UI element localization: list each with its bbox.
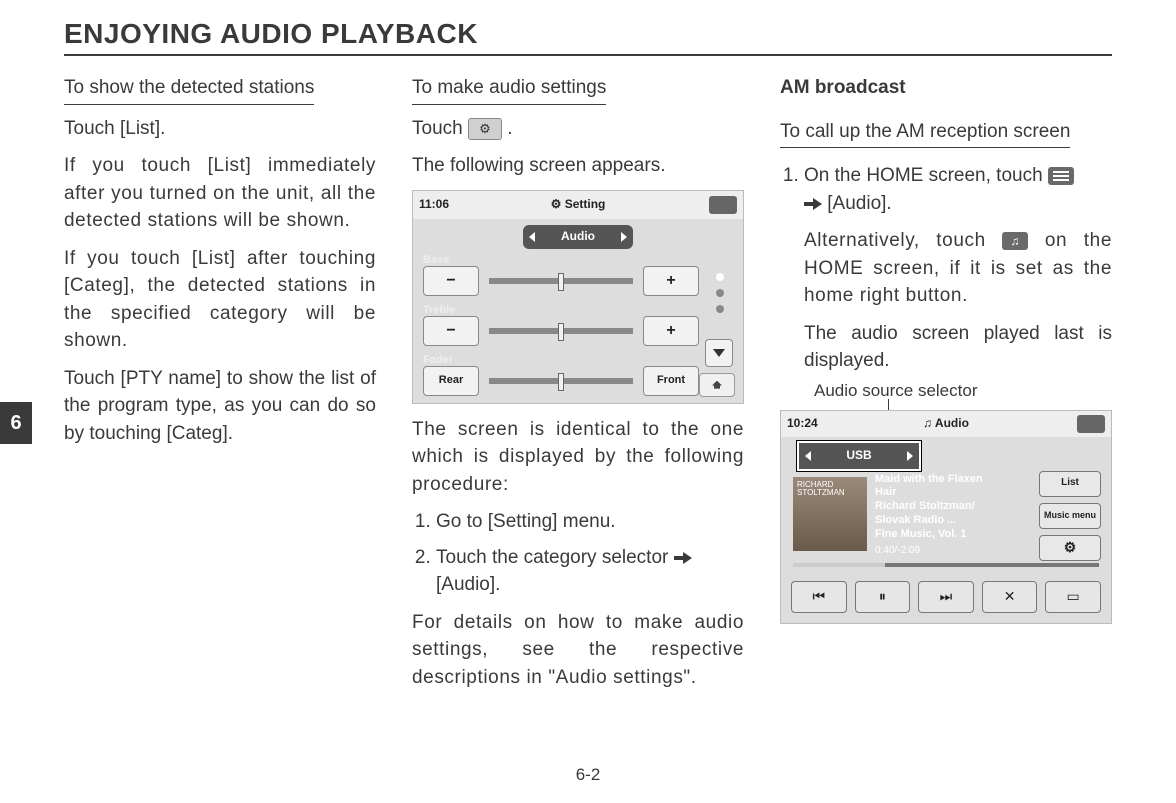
scroll-down-button[interactable]: [705, 339, 733, 367]
playback-controls: ⏮ ⏸ ⏭ ✕ ▭: [791, 581, 1101, 613]
col2-p3: The screen is identical to the one which…: [412, 416, 744, 499]
prev-track-button[interactable]: ⏮: [791, 581, 847, 613]
col1-p4: Touch [PTY name] to show the list of the…: [64, 365, 376, 448]
fader-slider[interactable]: [489, 378, 633, 384]
back-icon[interactable]: [709, 196, 737, 214]
page-number: 6-2: [0, 765, 1176, 785]
settings-button[interactable]: ⚙: [1039, 535, 1101, 561]
col2-li2b: [Audio].: [436, 574, 500, 595]
music-note-icon: ♫: [1002, 232, 1028, 250]
pause-button[interactable]: ⏸: [855, 581, 911, 613]
bass-minus-button[interactable]: −: [423, 266, 479, 296]
arrow-right-icon: [804, 197, 822, 211]
col2-p1: Touch ⚙ .: [412, 115, 744, 143]
arrow-right-icon: [674, 551, 692, 565]
title-divider: [64, 54, 1112, 56]
treble-minus-button[interactable]: −: [423, 316, 479, 346]
track-time: 0:40/-2:09: [875, 545, 1001, 558]
column-3: AM broadcast To call up the AM reception…: [780, 74, 1112, 702]
callout-text: Audio source selector: [814, 381, 977, 400]
screenshot-audio-setting: 11:06 ⚙ Setting Audio Bass Treble Fader …: [412, 190, 744, 404]
track-artist: Richard Stoltzman/ Slovak Radio ...: [875, 500, 1001, 528]
screenshot-audio-player: 10:24 ♫ Audio USB RICHARD STOLTZMAN Maid…: [780, 410, 1112, 624]
ss1-statusbar: 11:06 ⚙ Setting: [413, 191, 743, 219]
col2-list: Go to [Setting] menu. Touch the category…: [412, 508, 744, 599]
treble-row: − +: [423, 317, 699, 345]
column-2: To make audio settings Touch ⚙ . The fol…: [412, 74, 744, 702]
list-button[interactable]: List: [1039, 471, 1101, 497]
col3-list: On the HOME screen, touch [Audio].: [780, 162, 1112, 217]
col2-li2: Touch the category selector [Audio].: [436, 544, 744, 599]
col2-p4: For details on how to make audio setting…: [412, 609, 744, 692]
col3-li1a: On the HOME screen, touch: [804, 165, 1048, 186]
col1-heading: To show the detected stations: [64, 74, 314, 105]
col3-heading: To call up the AM reception screen: [780, 118, 1070, 149]
track-album: Fine Music, Vol. 1: [875, 528, 1001, 542]
track-title: Maid with the Flaxen Hair: [875, 473, 1001, 501]
col1-p3: If you touch [List] after touching [Cate…: [64, 245, 376, 355]
col1-p2: If you touch [List] immediately after yo…: [64, 152, 376, 235]
progress-bar[interactable]: [793, 563, 1099, 567]
col2-li2a: Touch the category selector: [436, 547, 674, 568]
treble-slider[interactable]: [489, 328, 633, 334]
repeat-button[interactable]: ▭: [1045, 581, 1101, 613]
content-columns: To show the detected stations Touch [Lis…: [64, 74, 1112, 702]
ss1-title: ⚙ Setting: [413, 196, 743, 213]
bass-row: − +: [423, 267, 699, 295]
next-track-button[interactable]: ⏭: [918, 581, 974, 613]
side-buttons: List Music menu ⚙: [1039, 471, 1101, 561]
shuffle-button[interactable]: ✕: [982, 581, 1038, 613]
fader-front-button[interactable]: Front: [643, 366, 699, 396]
home-icon[interactable]: [699, 373, 735, 397]
col3-heading-bold: AM broadcast: [780, 74, 1112, 102]
audio-source-selector[interactable]: USB: [797, 441, 921, 471]
audio-source-selector-callout: Audio source selector: [814, 379, 1112, 404]
col3-li1: On the HOME screen, touch [Audio].: [804, 162, 1112, 217]
ss2-statusbar: 10:24 ♫ Audio: [781, 411, 1111, 437]
column-1: To show the detected stations Touch [Lis…: [64, 74, 376, 702]
fader-row: Rear Front: [423, 367, 699, 395]
page-title: ENJOYING AUDIO PLAYBACK: [64, 18, 1112, 50]
col2-li1: Go to [Setting] menu.: [436, 508, 744, 536]
gear-icon: ⚙: [468, 118, 502, 140]
bass-slider[interactable]: [489, 278, 633, 284]
track-metadata: Maid with the Flaxen Hair Richard Stoltz…: [875, 473, 1001, 558]
audio-category-pill[interactable]: Audio: [523, 225, 633, 249]
ss2-title: ♫ Audio: [781, 415, 1111, 432]
page-dots: [707, 273, 733, 313]
col2-p2: The following screen appears.: [412, 152, 744, 180]
bass-plus-button[interactable]: +: [643, 266, 699, 296]
music-menu-button[interactable]: Music menu: [1039, 503, 1101, 529]
chapter-tab: 6: [0, 402, 32, 444]
album-art: RICHARD STOLTZMAN: [793, 477, 867, 551]
col2-p1b: .: [507, 118, 512, 139]
col3-p-alt: Alternatively, touch ♫ on the HOME scree…: [780, 227, 1112, 310]
col2-heading: To make audio settings: [412, 74, 606, 105]
menu-icon: [1048, 167, 1074, 185]
col2-p1a: Touch: [412, 118, 468, 139]
col3-p-last: The audio screen played last is displaye…: [780, 320, 1112, 375]
col3-li1b: [Audio].: [827, 193, 891, 214]
fader-rear-button[interactable]: Rear: [423, 366, 479, 396]
col1-p1: Touch [List].: [64, 115, 376, 143]
treble-plus-button[interactable]: +: [643, 316, 699, 346]
col3-p-alt-a: Alternatively, touch: [804, 230, 1002, 251]
